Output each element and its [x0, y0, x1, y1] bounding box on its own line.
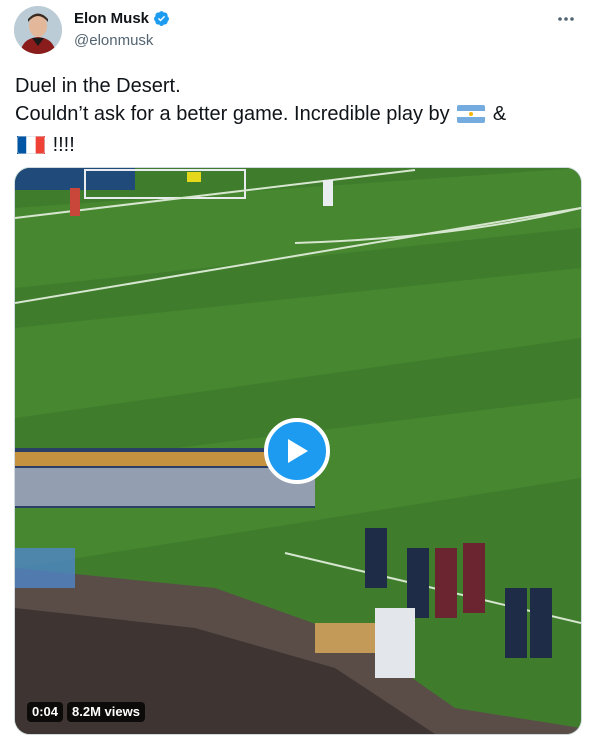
tweet-text: Duel in the Desert. Couldn’t ask for a b… [15, 72, 580, 162]
play-icon [288, 439, 308, 463]
avatar-image [14, 6, 62, 54]
tweet-card: Elon Musk @elonmusk Duel in the Desert. … [0, 0, 593, 746]
tweet-line-1: Duel in the Desert. [15, 75, 181, 97]
tweet-line-2: Couldn’t ask for a better game. Incredib… [15, 100, 580, 131]
tweet-ampersand: & [492, 103, 507, 125]
tweet-line-3-text: !!!! [52, 134, 75, 156]
more-options-icon[interactable] [555, 8, 577, 30]
video-player[interactable]: 0:04 8.2M views [14, 167, 582, 735]
tweet-line-3: !!!! [15, 131, 580, 162]
argentina-flag-icon [457, 103, 486, 131]
author-handle[interactable]: @elonmusk [74, 32, 153, 49]
video-duration: 0:04 [27, 702, 64, 722]
video-stats: 0:04 8.2M views [27, 702, 145, 722]
avatar[interactable] [14, 6, 62, 54]
verified-badge-icon [153, 10, 170, 27]
author-name[interactable]: Elon Musk [74, 10, 149, 27]
play-button[interactable] [264, 418, 330, 484]
tweet-line-2-text: Couldn’t ask for a better game. Incredib… [15, 103, 450, 125]
france-flag-icon [17, 134, 45, 162]
video-views: 8.2M views [67, 702, 145, 722]
